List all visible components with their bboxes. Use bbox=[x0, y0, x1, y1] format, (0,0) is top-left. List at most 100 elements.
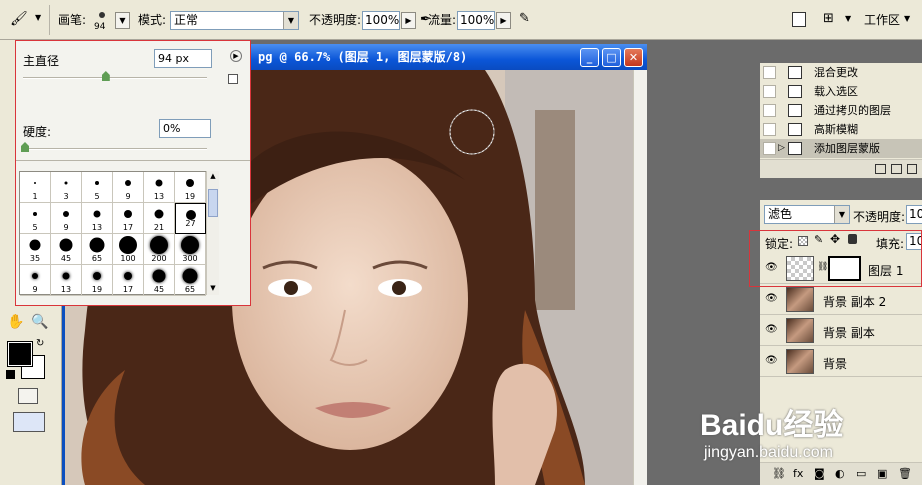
brush-preset-13[interactable]: 13 bbox=[82, 203, 113, 234]
history-source-checkbox[interactable] bbox=[763, 123, 776, 136]
link-icon[interactable]: ⛓ bbox=[772, 467, 786, 480]
history-item[interactable]: 载入选区 bbox=[760, 82, 922, 101]
new-snapshot-icon[interactable] bbox=[875, 164, 886, 174]
tool-preset-arrow[interactable]: ▼ bbox=[35, 13, 41, 22]
brush-size-label: 13 bbox=[60, 285, 72, 294]
history-state-icon bbox=[788, 66, 802, 79]
hardness-input[interactable]: 0% bbox=[159, 119, 211, 138]
scroll-down-icon[interactable]: ▼ bbox=[208, 284, 218, 294]
trash-icon[interactable]: 🗑 bbox=[898, 467, 912, 480]
brush-size-label: 21 bbox=[153, 223, 165, 232]
hardness-slider-thumb[interactable] bbox=[21, 142, 29, 152]
watermark-url: jingyan.baidu.com bbox=[704, 444, 833, 461]
quick-mask-icon[interactable] bbox=[18, 388, 38, 404]
history-source-checkbox[interactable] bbox=[763, 66, 776, 79]
brush-preset-100[interactable]: 100 bbox=[113, 234, 144, 265]
diameter-slider-track[interactable] bbox=[23, 77, 207, 79]
swap-colors-icon[interactable]: ↻ bbox=[36, 338, 44, 349]
mask-icon[interactable]: ◙ bbox=[814, 467, 825, 480]
history-item[interactable]: 高斯模糊 bbox=[760, 120, 922, 139]
brush-grid-scrollbar[interactable]: ▲ ▼ bbox=[206, 171, 219, 295]
brush-preset-27[interactable]: 27 bbox=[175, 203, 206, 234]
default-colors-icon[interactable] bbox=[6, 370, 15, 379]
brush-preset-9[interactable]: 9 bbox=[113, 172, 144, 203]
brush-dropdown-button[interactable]: ▼ bbox=[115, 12, 130, 29]
bridge-icon[interactable]: ⊞ bbox=[823, 11, 834, 26]
opacity-input[interactable]: 100% bbox=[362, 11, 400, 30]
brush-tip-icon bbox=[34, 182, 36, 184]
brush-preset-3[interactable]: 3 bbox=[51, 172, 82, 203]
scroll-thumb[interactable] bbox=[208, 189, 218, 217]
brush-preset-300[interactable]: 300 bbox=[175, 234, 206, 265]
highlight-box bbox=[749, 230, 922, 287]
fx-icon[interactable]: fx bbox=[793, 467, 803, 480]
brush-preset-5[interactable]: 5 bbox=[20, 203, 51, 234]
brush-preset-1[interactable]: 1 bbox=[20, 172, 51, 203]
brush-preset-21[interactable]: 21 bbox=[144, 203, 175, 234]
history-source-checkbox[interactable] bbox=[763, 104, 776, 117]
brush-preset-9[interactable]: 9 bbox=[51, 203, 82, 234]
history-source-checkbox[interactable] bbox=[763, 85, 776, 98]
hardness-slider-track[interactable] bbox=[23, 148, 207, 150]
camera-icon[interactable] bbox=[891, 164, 902, 174]
panel-menu-arrow-icon[interactable]: ▶ bbox=[230, 50, 242, 62]
brush-preset-13[interactable]: 13 bbox=[144, 172, 175, 203]
brush-preset-45[interactable]: 45 bbox=[144, 265, 175, 296]
trash-icon[interactable] bbox=[907, 164, 917, 174]
workspace-label[interactable]: 工作区 bbox=[864, 9, 900, 31]
diameter-slider-thumb[interactable] bbox=[101, 71, 110, 81]
bridge-arrow[interactable]: ▼ bbox=[845, 14, 851, 23]
palette-well-icon[interactable] bbox=[792, 12, 806, 27]
history-item[interactable]: 混合更改 bbox=[760, 63, 922, 82]
airbrush-toggle-icon[interactable]: ✎ bbox=[519, 11, 530, 26]
eye-icon[interactable]: 👁 bbox=[765, 324, 778, 335]
adjustment-icon[interactable]: ◐ bbox=[835, 467, 845, 480]
history-item[interactable]: 通过拷贝的图层 bbox=[760, 101, 922, 120]
new-layer-icon[interactable]: ▣ bbox=[877, 467, 887, 480]
brush-preset-65[interactable]: 65 bbox=[82, 234, 113, 265]
brush-preset-17[interactable]: 17 bbox=[113, 265, 144, 296]
brush-preset-45[interactable]: 45 bbox=[51, 234, 82, 265]
hand-tool-icon[interactable]: ✋ bbox=[7, 314, 24, 330]
eye-icon[interactable]: 👁 bbox=[765, 293, 778, 304]
brush-preset-35[interactable]: 35 bbox=[20, 234, 51, 265]
eye-icon[interactable]: 👁 bbox=[765, 355, 778, 366]
zoom-tool-icon[interactable]: 🔍 bbox=[31, 314, 48, 330]
screen-mode-icon[interactable] bbox=[13, 412, 45, 432]
mode-select[interactable]: 正常 ▼ bbox=[170, 11, 299, 30]
opacity-slider-button[interactable]: ▶ bbox=[401, 12, 416, 29]
minimize-button[interactable]: _ bbox=[580, 48, 599, 67]
foreground-color-swatch[interactable] bbox=[7, 341, 33, 367]
brush-preset-5[interactable]: 5 bbox=[82, 172, 113, 203]
history-source-checkbox[interactable] bbox=[763, 142, 776, 155]
brush-preset-grid[interactable]: 1 3 5 9 13 19 5 9 13 17 21 27 35 45 65 100 200 300 9 13 19 17… bbox=[19, 171, 218, 296]
brush-preset-9[interactable]: 9 bbox=[20, 265, 51, 296]
blend-mode-select[interactable]: 滤色 ▼ bbox=[764, 205, 850, 224]
brush-tip-icon bbox=[29, 239, 41, 251]
close-button[interactable]: ✕ bbox=[624, 48, 643, 67]
vertical-scrollbar[interactable] bbox=[633, 70, 647, 485]
maximize-button[interactable]: □ bbox=[602, 48, 621, 67]
history-item[interactable]: ▷ 添加图层蒙版 bbox=[760, 139, 922, 158]
brush-preset-19[interactable]: 19 bbox=[175, 172, 206, 203]
brush-preview[interactable]: 94 bbox=[90, 8, 114, 34]
flow-input[interactable]: 100% bbox=[457, 11, 495, 30]
layer-row[interactable]: 👁 背景 副本 2 bbox=[760, 284, 922, 315]
group-icon[interactable]: ▭ bbox=[856, 467, 866, 480]
layer-name: 背景 副本 bbox=[823, 326, 875, 340]
brush-preset-200[interactable]: 200 bbox=[144, 234, 175, 265]
layer-row[interactable]: 👁 背景 bbox=[760, 346, 922, 377]
brush-preset-13[interactable]: 13 bbox=[51, 265, 82, 296]
brush-preset-65[interactable]: 65 bbox=[175, 265, 206, 296]
layer-opacity-input[interactable]: 100 bbox=[906, 205, 922, 224]
flow-slider-button[interactable]: ▶ bbox=[496, 12, 511, 29]
diameter-input[interactable]: 94 px bbox=[154, 49, 212, 68]
brush-preset-17[interactable]: 17 bbox=[113, 203, 144, 234]
workspace-arrow[interactable]: ▼ bbox=[904, 14, 910, 23]
reset-icon[interactable] bbox=[228, 74, 238, 84]
brush-size-label: 19 bbox=[91, 285, 103, 294]
scroll-up-icon[interactable]: ▲ bbox=[208, 172, 218, 182]
brush-preset-19[interactable]: 19 bbox=[82, 265, 113, 296]
layer-row[interactable]: 👁 背景 副本 bbox=[760, 315, 922, 346]
brush-tool-icon[interactable]: 🖌 bbox=[10, 11, 32, 29]
